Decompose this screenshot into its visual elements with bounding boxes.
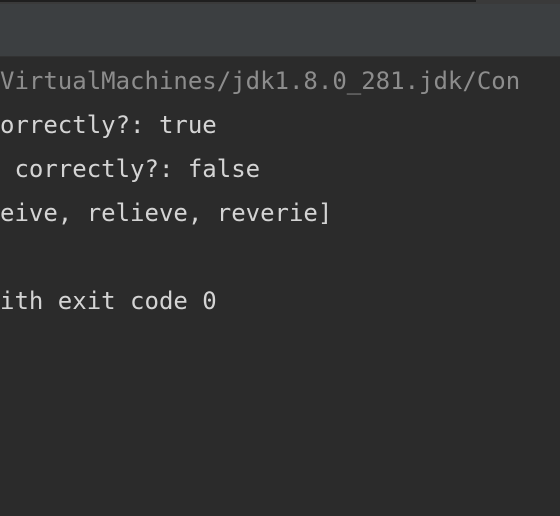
console-line-check-false: correctly?: false bbox=[0, 155, 261, 183]
console-line-command-path: VirtualMachines/jdk1.8.0_281.jdk/Con bbox=[0, 67, 521, 95]
run-console-output[interactable]: VirtualMachines/jdk1.8.0_281.jdk/Con orr… bbox=[0, 57, 560, 516]
console-line-exit-code: ith exit code 0 bbox=[0, 287, 217, 315]
console-line-word-list: eive, relieve, reverie] bbox=[0, 199, 333, 227]
window-top-strip-dark bbox=[0, 0, 476, 2]
console-line-check-true: orrectly?: true bbox=[0, 111, 217, 139]
run-panel-toolbar bbox=[0, 4, 560, 56]
